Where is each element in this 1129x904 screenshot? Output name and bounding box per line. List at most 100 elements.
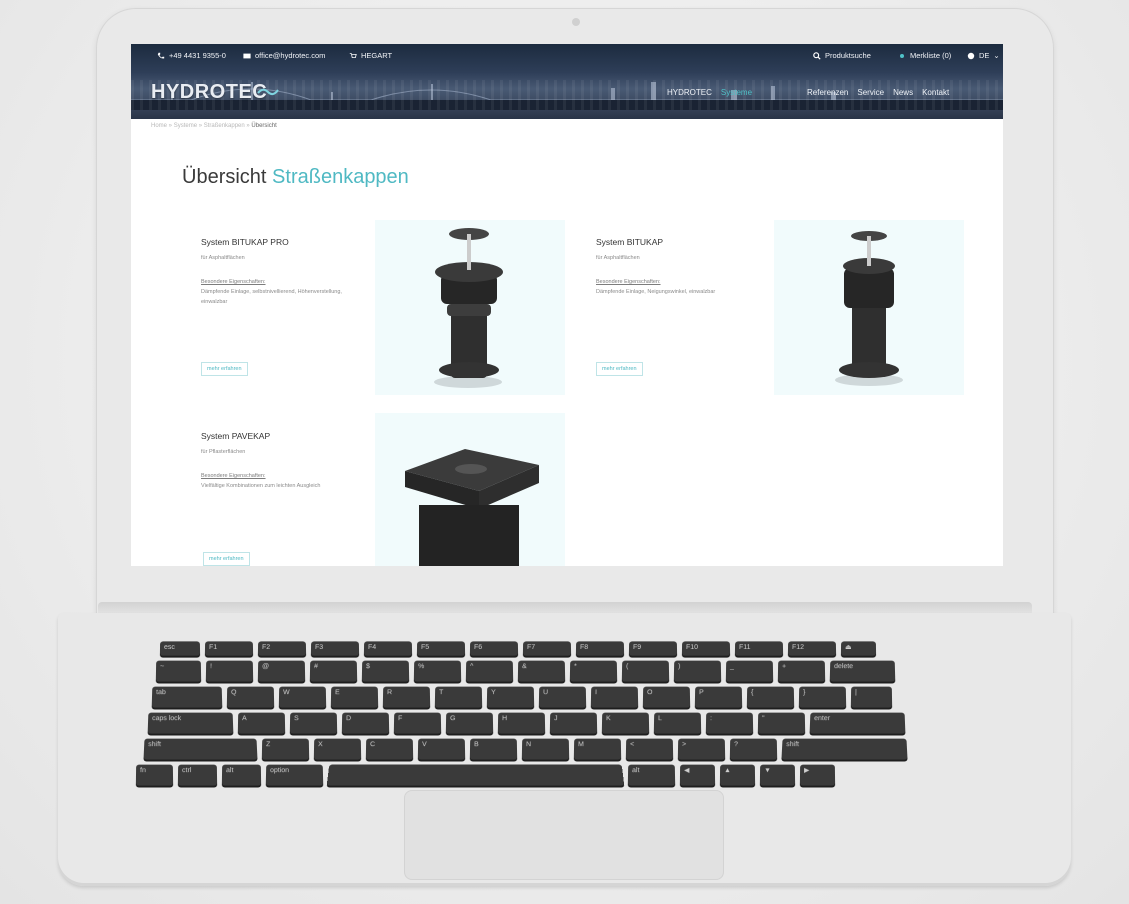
- key-c[interactable]: C: [365, 738, 414, 760]
- key--[interactable]: ◀: [679, 764, 716, 786]
- key--[interactable]: ▲: [719, 764, 756, 786]
- key--[interactable]: }: [798, 686, 847, 708]
- phone-link[interactable]: +49 4431 9355-0: [157, 51, 226, 60]
- email-link[interactable]: office@hydrotec.com: [243, 51, 325, 60]
- key-p[interactable]: P: [694, 686, 743, 708]
- key-l[interactable]: L: [653, 712, 702, 734]
- key--[interactable]: ▼: [759, 764, 796, 786]
- key-k[interactable]: K: [601, 712, 650, 734]
- key-f12[interactable]: F12: [787, 641, 837, 656]
- product-title[interactable]: System BITUKAP PRO: [201, 237, 289, 247]
- key-f6[interactable]: F6: [469, 641, 519, 656]
- key-f8[interactable]: F8: [575, 641, 625, 656]
- logo[interactable]: HYDROTEC: [151, 81, 267, 104]
- key--[interactable]: !: [205, 660, 254, 682]
- partner-link[interactable]: HEGART: [349, 51, 392, 60]
- nav-item-systeme[interactable]: Systeme: [721, 88, 752, 97]
- key-b[interactable]: B: [469, 738, 518, 760]
- key-alt[interactable]: alt: [221, 764, 262, 786]
- key--[interactable]: ?: [729, 738, 778, 760]
- key-m[interactable]: M: [573, 738, 622, 760]
- key-j[interactable]: J: [549, 712, 598, 734]
- nav-item-hydrotec[interactable]: HYDROTEC: [667, 88, 712, 97]
- key-caps-lock[interactable]: caps lock: [147, 712, 234, 734]
- product-search-link[interactable]: Produktsuche: [813, 51, 871, 60]
- key-u[interactable]: U: [538, 686, 587, 708]
- key-z[interactable]: Z: [261, 738, 310, 760]
- key--[interactable]: (: [621, 660, 670, 682]
- key-f3[interactable]: F3: [310, 641, 360, 656]
- key--[interactable]: ⏏: [840, 641, 877, 656]
- key-enter[interactable]: enter: [809, 712, 906, 734]
- key-s[interactable]: S: [289, 712, 338, 734]
- key-h[interactable]: H: [497, 712, 546, 734]
- key-g[interactable]: G: [445, 712, 494, 734]
- key-n[interactable]: N: [521, 738, 570, 760]
- key-f5[interactable]: F5: [416, 641, 466, 656]
- product-image[interactable]: [375, 220, 565, 395]
- key-w[interactable]: W: [278, 686, 327, 708]
- key-shift[interactable]: shift: [143, 738, 258, 760]
- key-fn[interactable]: fn: [135, 764, 174, 786]
- key-f10[interactable]: F10: [681, 641, 731, 656]
- trackpad[interactable]: [404, 790, 724, 880]
- key-d[interactable]: D: [341, 712, 390, 734]
- key--[interactable]: :: [705, 712, 754, 734]
- key-esc[interactable]: esc: [159, 641, 201, 656]
- key--[interactable]: #: [309, 660, 358, 682]
- product-title[interactable]: System BITUKAP: [596, 237, 663, 247]
- key-alt[interactable]: alt: [627, 764, 676, 786]
- key-f11[interactable]: F11: [734, 641, 784, 656]
- product-image[interactable]: [375, 413, 565, 566]
- key-space[interactable]: [326, 764, 625, 786]
- key-x[interactable]: X: [313, 738, 362, 760]
- more-info-button[interactable]: mehr erfahren: [596, 362, 643, 376]
- key-f[interactable]: F: [393, 712, 442, 734]
- nav-item-news[interactable]: News: [893, 88, 913, 97]
- product-image[interactable]: [774, 220, 964, 395]
- key-y[interactable]: Y: [486, 686, 535, 708]
- key-a[interactable]: A: [237, 712, 286, 734]
- more-info-button[interactable]: mehr erfahren: [201, 362, 248, 376]
- key--[interactable]: _: [725, 660, 774, 682]
- key-t[interactable]: T: [434, 686, 483, 708]
- key--[interactable]: @: [257, 660, 306, 682]
- more-info-button[interactable]: mehr erfahren: [203, 552, 250, 566]
- merkliste-link[interactable]: Merkliste (0): [898, 51, 951, 60]
- key-f1[interactable]: F1: [204, 641, 254, 656]
- nav-item-referenzen[interactable]: Referenzen: [807, 88, 848, 97]
- key-o[interactable]: O: [642, 686, 691, 708]
- key--[interactable]: ^: [465, 660, 514, 682]
- key--[interactable]: >: [677, 738, 726, 760]
- key--[interactable]: <: [625, 738, 674, 760]
- breadcrumb-systeme[interactable]: Systeme: [174, 123, 197, 129]
- key--[interactable]: $: [361, 660, 410, 682]
- key-e[interactable]: E: [330, 686, 379, 708]
- key--[interactable]: |: [850, 686, 893, 708]
- breadcrumb-home[interactable]: Home: [151, 123, 167, 129]
- key--[interactable]: ): [673, 660, 722, 682]
- key--[interactable]: %: [413, 660, 462, 682]
- key-f7[interactable]: F7: [522, 641, 572, 656]
- key-f9[interactable]: F9: [628, 641, 678, 656]
- nav-item-kontakt[interactable]: Kontakt: [922, 88, 949, 97]
- key--[interactable]: &: [517, 660, 566, 682]
- key-f2[interactable]: F2: [257, 641, 307, 656]
- key-r[interactable]: R: [382, 686, 431, 708]
- key-shift[interactable]: shift: [781, 738, 908, 760]
- key-q[interactable]: Q: [226, 686, 275, 708]
- key-v[interactable]: V: [417, 738, 466, 760]
- key--[interactable]: ▶: [799, 764, 836, 786]
- key-ctrl[interactable]: ctrl: [177, 764, 218, 786]
- breadcrumb-strassenkappen[interactable]: Straßenkappen: [204, 123, 245, 129]
- key--[interactable]: {: [746, 686, 795, 708]
- language-select[interactable]: DE ⌄: [967, 51, 1000, 60]
- nav-item-service[interactable]: Service: [857, 88, 884, 97]
- key-delete[interactable]: delete: [829, 660, 896, 682]
- key--[interactable]: *: [569, 660, 618, 682]
- product-title[interactable]: System PAVEKAP: [201, 431, 270, 441]
- key-tab[interactable]: tab: [151, 686, 223, 708]
- key--[interactable]: +: [777, 660, 826, 682]
- key-f4[interactable]: F4: [363, 641, 413, 656]
- key-option[interactable]: option: [265, 764, 324, 786]
